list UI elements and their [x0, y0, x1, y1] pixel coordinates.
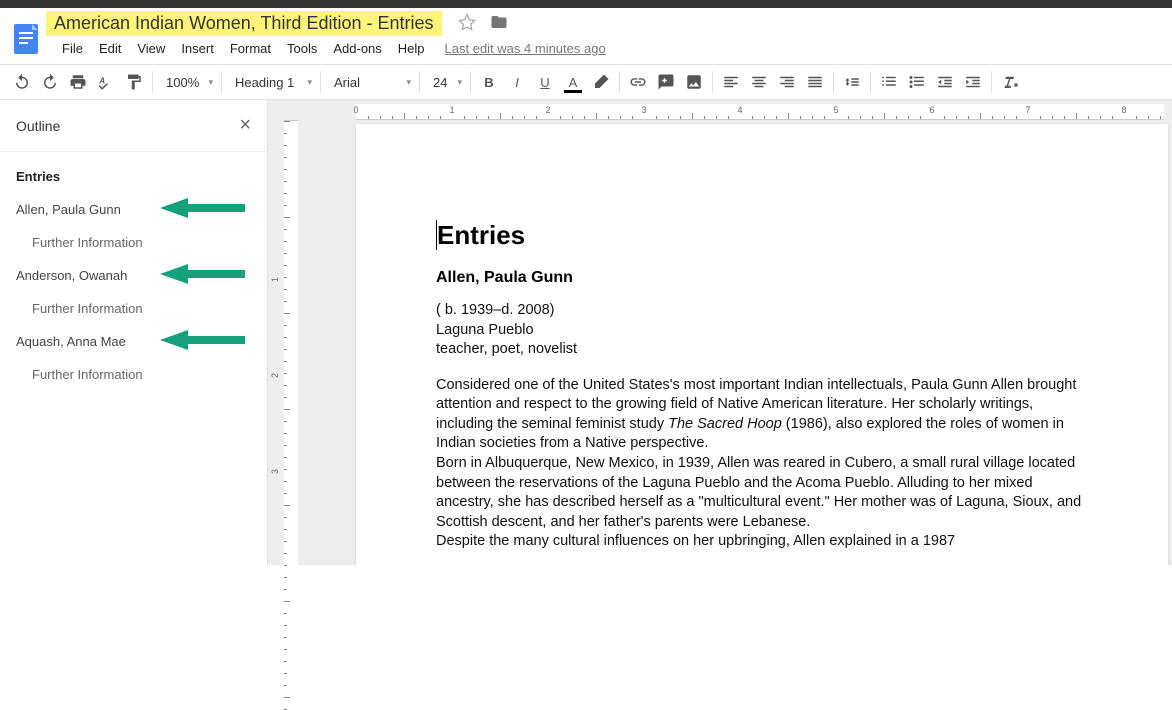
separator [619, 71, 620, 93]
menu-file[interactable]: File [54, 37, 91, 60]
header: American Indian Women, Third Edition - E… [0, 8, 1172, 64]
vertical-ruler: 123 [268, 100, 304, 565]
menu-insert[interactable]: Insert [173, 37, 222, 60]
body-paragraph: Considered one of the United States's mo… [436, 376, 1088, 454]
separator [152, 71, 153, 93]
menu-view[interactable]: View [129, 37, 173, 60]
outline-item[interactable]: Further Information [0, 226, 267, 259]
outline-item[interactable]: Further Information [0, 358, 267, 391]
clear-formatting-button[interactable] [996, 68, 1024, 96]
horizontal-ruler[interactable]: 012345678 [356, 104, 1164, 120]
separator [221, 71, 222, 93]
text-color-button[interactable]: A [559, 68, 587, 96]
outline-list: EntriesAllen, Paula GunnFurther Informat… [0, 152, 267, 565]
outline-title: Outline [16, 118, 60, 134]
star-icon[interactable] [458, 13, 476, 34]
menu-addons[interactable]: Add-ons [325, 37, 389, 60]
zoom-select[interactable]: 100% [157, 69, 217, 95]
page[interactable]: Entries Allen, Paula Gunn ( b. 1939–d. 2… [356, 124, 1168, 565]
outline-item[interactable]: Aquash, Anna Mae [0, 325, 267, 358]
decrease-indent-button[interactable] [931, 68, 959, 96]
close-outline-button[interactable]: × [239, 114, 251, 137]
docs-logo-icon[interactable] [8, 14, 44, 62]
outline-item[interactable]: Further Information [0, 292, 267, 325]
annotation-arrow-icon [160, 328, 245, 352]
font-size-select[interactable]: 24 [424, 69, 466, 95]
separator [470, 71, 471, 93]
increase-indent-button[interactable] [959, 68, 987, 96]
body-paragraph: Born in Albuquerque, New Mexico, in 1939… [436, 454, 1088, 532]
print-button[interactable] [64, 68, 92, 96]
annotation-arrow-icon [160, 262, 245, 286]
separator [320, 71, 321, 93]
insert-link-button[interactable] [624, 68, 652, 96]
heading-entries: Entries [436, 220, 1088, 251]
spellcheck-button[interactable]: A [92, 68, 120, 96]
separator [991, 71, 992, 93]
redo-button[interactable] [36, 68, 64, 96]
menu-format[interactable]: Format [222, 37, 279, 60]
annotation-arrow-icon [160, 196, 245, 220]
paragraph-style-select[interactable]: Heading 1 [226, 69, 316, 95]
body-paragraph: Despite the many cultural influences on … [436, 532, 1088, 552]
paint-format-button[interactable] [120, 68, 148, 96]
separator [712, 71, 713, 93]
align-left-button[interactable] [717, 68, 745, 96]
undo-button[interactable] [8, 68, 36, 96]
outline-panel: Outline × EntriesAllen, Paula GunnFurthe… [0, 100, 268, 565]
bulleted-list-button[interactable] [903, 68, 931, 96]
document-area: 012345678 Entries Allen, Paula Gunn ( b.… [304, 100, 1172, 565]
toolbar: A 100% Heading 1 Arial 24 B I U A [0, 64, 1172, 100]
font-select[interactable]: Arial [325, 69, 415, 95]
align-center-button[interactable] [745, 68, 773, 96]
insert-comment-button[interactable] [652, 68, 680, 96]
line-spacing-button[interactable] [838, 68, 866, 96]
last-edit-link[interactable]: Last edit was 4 minutes ago [445, 41, 606, 56]
highlight-color-button[interactable] [587, 68, 615, 96]
separator [833, 71, 834, 93]
separator [870, 71, 871, 93]
svg-text:A: A [98, 77, 105, 86]
underline-button[interactable]: U [531, 68, 559, 96]
bold-button[interactable]: B [475, 68, 503, 96]
move-folder-icon[interactable] [490, 13, 508, 34]
document-title[interactable]: American Indian Women, Third Edition - E… [46, 11, 442, 36]
align-justify-button[interactable] [801, 68, 829, 96]
window-topbar [0, 0, 1172, 8]
insert-image-button[interactable] [680, 68, 708, 96]
menu-help[interactable]: Help [390, 37, 433, 60]
outline-item[interactable]: Entries [0, 160, 267, 193]
outline-item[interactable]: Allen, Paula Gunn [0, 193, 267, 226]
heading-allen: Allen, Paula Gunn [436, 269, 1088, 287]
menu-bar: File Edit View Insert Format Tools Add-o… [54, 36, 1172, 60]
numbered-list-button[interactable] [875, 68, 903, 96]
menu-tools[interactable]: Tools [279, 37, 325, 60]
entry-metadata: ( b. 1939–d. 2008) Laguna Pueblo teacher… [436, 301, 1088, 360]
menu-edit[interactable]: Edit [91, 37, 129, 60]
align-right-button[interactable] [773, 68, 801, 96]
color-swatch [564, 90, 582, 93]
italic-button[interactable]: I [503, 68, 531, 96]
separator [419, 71, 420, 93]
outline-item[interactable]: Anderson, Owanah [0, 259, 267, 292]
